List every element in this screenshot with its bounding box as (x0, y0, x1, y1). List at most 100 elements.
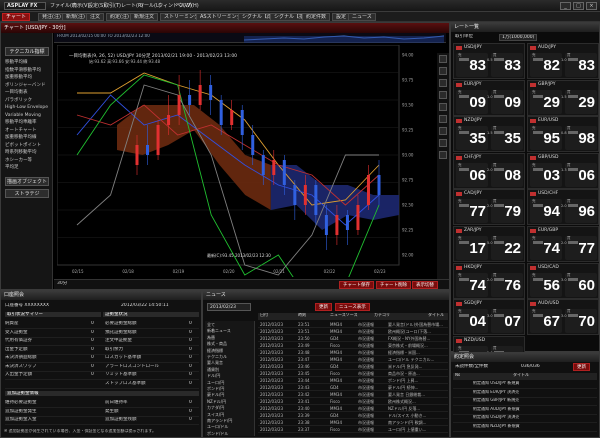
sell-button[interactable]: 売 29 (530, 89, 562, 114)
toolbar-button[interactable]: 約定(注) (106, 13, 133, 21)
sell-button[interactable]: 売 35 (456, 126, 488, 151)
sell-button[interactable]: 売 95 (530, 126, 562, 151)
sell-button[interactable]: 売 17 (456, 236, 488, 260)
buy-button[interactable]: 買 22 (491, 236, 523, 260)
technical-indicator-item[interactable]: 時系列移動平均 (5, 149, 51, 156)
eraser-icon[interactable] (439, 139, 447, 147)
order-row[interactable]: 約定通知 AUD/JPY 新規買 (453, 407, 597, 415)
buy-button[interactable]: 買 83 (565, 53, 597, 77)
timeframe-label[interactable]: 30分 (57, 281, 67, 286)
sell-button[interactable]: 売 06 (456, 162, 488, 187)
buy-button[interactable]: 買 29 (565, 89, 597, 114)
toolbar-button[interactable]: ニュース (348, 13, 376, 21)
settings-icon[interactable] (439, 151, 447, 159)
news-date-input[interactable]: 2013/02/23 (207, 303, 251, 311)
technical-indicator-item[interactable]: パラボリック (5, 97, 51, 104)
rate-tile[interactable]: CAD/JPY 売 77 買 79 2.0 (453, 189, 525, 226)
news-row[interactable]: 2012/03/23 23:37 Fisco 市況速報 ユーロ/円 上値重い... (258, 426, 448, 433)
news-refresh-button[interactable]: 更新 (315, 303, 332, 311)
news-row[interactable]: 2012/03/23 23:49 Fisco 市況速報 東京株式・前場概況... (258, 342, 448, 349)
technical-indicator-item[interactable]: 指数平滑移動平均 (5, 67, 51, 74)
trendline-icon[interactable] (439, 91, 447, 99)
rate-tile[interactable]: AUD/JPY 売 82 買 83 1.0 (527, 43, 599, 79)
zoom-in-icon[interactable] (439, 67, 447, 75)
sell-button[interactable]: 売 04 (456, 309, 488, 334)
technical-indicator-item[interactable]: 移動平均乖離率 (5, 119, 51, 126)
rate-tile[interactable]: USD/JPY 売 83 買 83 0.5 (453, 43, 525, 79)
news-row[interactable]: 2012/03/23 23:45 Fisco 市況速報 商品市況・原油... (258, 370, 448, 377)
news-row[interactable]: 2012/03/23 23:50 GD4 市況速報 FX概況・NY外国為替... (258, 335, 448, 342)
order-row[interactable]: 約定通知 USD/JPY 新規買 (453, 381, 597, 389)
rate-tile[interactable]: GBP/JPY 売 29 買 29 1.5 (527, 79, 599, 116)
buy-button[interactable]: 買 76 (491, 272, 523, 297)
rate-tile[interactable]: SGD/JPY 売 04 買 07 3.0 (453, 299, 525, 336)
order-row[interactable]: 約定通知 GBP/JPY 新規売 (453, 398, 597, 406)
rate-tile[interactable]: HKD/JPY 売 74 買 76 2.0 (453, 262, 525, 299)
sell-button[interactable]: 売 77 (456, 199, 488, 224)
toolbar-button[interactable]: 約定件数 (302, 13, 331, 21)
text-icon[interactable] (439, 127, 447, 135)
toolbar-button[interactable]: チャート (2, 13, 30, 21)
rate-tile[interactable]: EUR/GBP 売 74 買 77 2.0 (527, 226, 599, 262)
rate-tile[interactable]: EUR/JPY 売 09 買 09 1.0 (453, 79, 525, 116)
order-row[interactable]: 約定通知 NZD/JPY 新規買 (453, 424, 597, 432)
rate-tile[interactable]: CHF/JPY 売 06 買 08 2.0 (453, 152, 525, 189)
news-row[interactable]: 2012/03/23 23:42 MM34 市況速報 要人発言 日銀総裁... (258, 391, 448, 398)
buy-button[interactable]: 買 06 (565, 162, 597, 187)
sell-button[interactable]: 売 94 (530, 199, 562, 224)
news-detail-button[interactable]: ニュース表示 (335, 303, 370, 311)
news-row[interactable]: 2012/03/23 23:40 MM34 市況速報 NZドル/円 反落... (258, 405, 448, 412)
rate-tile[interactable]: AUD/USD 売 67 買 70 3.0 (527, 299, 599, 336)
minimize-button[interactable]: _ (560, 2, 571, 10)
order-row[interactable]: 約定通知 EUR/JPY 決済売 (453, 390, 597, 398)
rate-tile[interactable]: NZD/JPY 売 35 買 35 1.5 (453, 116, 525, 153)
toolbar-button[interactable]: 新規注文 (130, 13, 159, 21)
buy-button[interactable]: 買 08 (491, 162, 523, 187)
menu-item[interactable]: 取引(T) (104, 2, 121, 10)
technical-indicator-item[interactable]: 加重移動平均 (5, 74, 51, 81)
news-row[interactable]: 2012/03/23 23:51 MM34 市況速報 欧州概況(ユーロ)下落... (258, 328, 448, 335)
news-row[interactable]: 2012/03/23 23:41 Fisco 市況速報 欧州株式概況... (258, 398, 448, 405)
menu-item[interactable]: ヘルプ(H) (176, 2, 199, 10)
buy-button[interactable]: 買 77 (565, 236, 597, 260)
buy-button[interactable]: 買 35 (491, 126, 523, 151)
news-row[interactable]: 2012/03/23 23:38 MM34 市況速報 南アランド/円 軟調... (258, 419, 448, 426)
rate-tile[interactable]: GBP/USD 売 03 買 06 1.3 (527, 152, 599, 189)
news-row[interactable]: 2012/03/23 23:47 MM34 市況速報 ユーロ/ドル テクニカル... (258, 356, 448, 363)
zoom-out-icon[interactable] (439, 79, 447, 87)
news-category-item[interactable]: ポンド/ドル (207, 431, 253, 437)
sell-button[interactable]: 売 56 (530, 272, 562, 297)
news-row[interactable]: 2012/03/23 23:39 GD4 市況速報 ドル/スイス 小動き... (258, 412, 448, 419)
rate-tile[interactable]: ZAR/JPY 売 17 買 22 5.0 (453, 226, 525, 262)
rates-unit-select[interactable]: 1万(1000,000) (499, 34, 538, 42)
buy-button[interactable]: 買 70 (565, 309, 597, 334)
orders-refresh-button[interactable]: 更新 (573, 363, 590, 371)
news-row[interactable]: 2012/03/23 23:44 MM34 市況速報 ポンド/円 上昇... (258, 377, 448, 384)
toolbar-button[interactable]: 発注(注) (38, 13, 65, 21)
sell-button[interactable]: 売 83 (456, 53, 488, 77)
buy-button[interactable]: 買 98 (565, 126, 597, 151)
technical-indicator-item[interactable]: ボリンジャーバンド (5, 82, 51, 89)
technical-indicator-item[interactable]: ピボットポイント (5, 142, 51, 149)
technical-indicator-item[interactable]: Variable Moving (5, 112, 51, 119)
sell-button[interactable]: 売 03 (530, 162, 562, 187)
maximize-button[interactable]: □ (573, 2, 584, 10)
toolbar-button[interactable]: 注文 (86, 13, 105, 21)
rate-tile[interactable]: USD/CHF 売 94 買 96 2.0 (527, 189, 599, 226)
drawing-objects-button[interactable]: 描画オブジェクト (5, 177, 49, 186)
horizontal-line-icon[interactable] (439, 103, 447, 111)
technical-indicator-item[interactable]: 加重移動平均線 (5, 134, 51, 141)
sell-button[interactable]: 売 74 (530, 236, 562, 260)
order-row[interactable]: 約定通知 USD/JPY 決済売 (453, 415, 597, 423)
news-row[interactable]: 2012/03/23 23:51 MM34 市況速報 要人発言(ドル)外国為替市場... (258, 321, 448, 328)
buy-button[interactable]: 買 79 (491, 199, 523, 224)
technical-indicator-item[interactable]: 移動平均線 (5, 59, 51, 66)
delete-chart-button[interactable]: チャート削除 (376, 281, 411, 289)
sell-button[interactable]: 売 82 (530, 53, 562, 77)
price-chart[interactable]: 94.00 93.75 93.50 93.25 93.00 92.75 92.50 92.25… (57, 45, 435, 277)
buy-button[interactable]: 買 83 (491, 53, 523, 77)
toolbar-button[interactable]: 新規(注) (62, 13, 89, 21)
technical-indicator-item[interactable]: ホシーカー等 (5, 157, 51, 164)
menu-item[interactable]: 設定(S) (88, 2, 105, 10)
buy-button[interactable]: 買 96 (565, 199, 597, 224)
